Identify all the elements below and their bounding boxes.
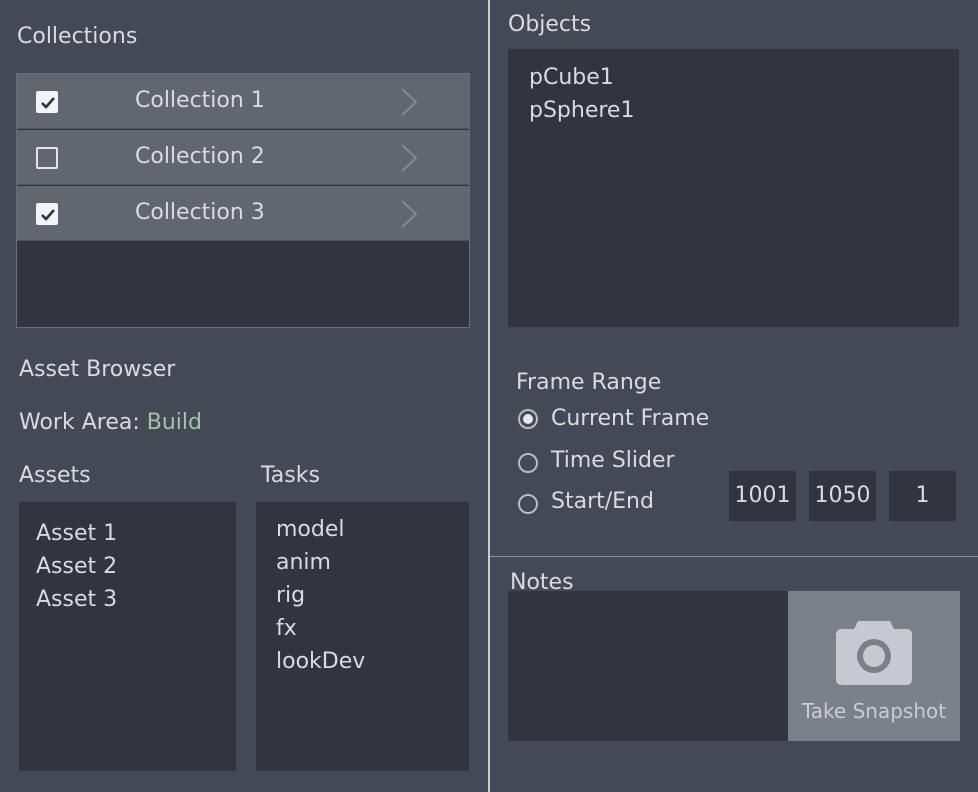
tasks-list: model anim rig fx lookDev bbox=[256, 502, 469, 771]
work-area-value[interactable]: Build bbox=[147, 410, 202, 435]
radio-start-end[interactable]: Start/End bbox=[516, 489, 736, 519]
objects-title: Objects bbox=[508, 12, 592, 37]
camera-icon bbox=[836, 621, 912, 685]
task-item[interactable]: lookDev bbox=[276, 645, 469, 678]
chevron-right-icon[interactable] bbox=[399, 199, 419, 229]
radio-button[interactable] bbox=[518, 409, 538, 429]
work-area-row: Work Area: Build bbox=[19, 410, 202, 435]
object-item[interactable]: pCube1 bbox=[529, 61, 959, 94]
radio-time-slider[interactable]: Time Slider bbox=[516, 448, 736, 478]
asset-browser-title: Asset Browser bbox=[19, 357, 176, 382]
panel-splitter[interactable] bbox=[488, 0, 490, 792]
task-item[interactable]: fx bbox=[276, 612, 469, 645]
chevron-right-icon[interactable] bbox=[399, 143, 419, 173]
assets-list: Asset 1 Asset 2 Asset 3 bbox=[19, 502, 236, 771]
take-snapshot-button[interactable]: Take Snapshot bbox=[788, 591, 960, 741]
assets-title: Assets bbox=[19, 463, 91, 488]
check-icon bbox=[41, 209, 55, 221]
start-frame-field[interactable]: 1001 bbox=[729, 471, 796, 521]
radio-button[interactable] bbox=[518, 453, 538, 473]
step-field[interactable]: 1 bbox=[889, 471, 956, 521]
object-item[interactable]: pSphere1 bbox=[529, 94, 959, 127]
radio-label: Start/End bbox=[551, 489, 654, 514]
collection-row-1[interactable]: Collection 1 bbox=[17, 74, 469, 129]
collection-row-3[interactable]: Collection 3 bbox=[17, 186, 469, 241]
task-item[interactable]: model bbox=[276, 513, 469, 546]
task-item[interactable]: anim bbox=[276, 546, 469, 579]
collection-2-checkbox[interactable] bbox=[36, 147, 58, 169]
take-snapshot-label: Take Snapshot bbox=[801, 699, 947, 723]
collections-title: Collections bbox=[17, 24, 138, 49]
collection-3-label: Collection 3 bbox=[135, 200, 265, 225]
collection-1-checkbox[interactable] bbox=[36, 91, 58, 113]
objects-list: pCube1 pSphere1 bbox=[508, 49, 959, 327]
asset-item[interactable]: Asset 1 bbox=[36, 517, 236, 550]
collection-3-checkbox[interactable] bbox=[36, 203, 58, 225]
radio-label: Time Slider bbox=[551, 448, 675, 473]
task-item[interactable]: rig bbox=[276, 579, 469, 612]
asset-item[interactable]: Asset 3 bbox=[36, 583, 236, 616]
collections-list: Collection 1 Collection 2 Collection 3 bbox=[16, 73, 470, 328]
end-frame-field[interactable]: 1050 bbox=[809, 471, 876, 521]
tasks-title: Tasks bbox=[261, 463, 320, 488]
collection-row-2[interactable]: Collection 2 bbox=[17, 130, 469, 185]
collection-2-label: Collection 2 bbox=[135, 144, 265, 169]
radio-label: Current Frame bbox=[551, 406, 710, 431]
notes-textarea[interactable] bbox=[508, 591, 790, 741]
chevron-right-icon[interactable] bbox=[399, 87, 419, 117]
collection-1-label: Collection 1 bbox=[135, 88, 265, 113]
asset-item[interactable]: Asset 2 bbox=[36, 550, 236, 583]
section-divider bbox=[490, 556, 978, 557]
check-icon bbox=[41, 97, 55, 109]
frame-range-title: Frame Range bbox=[516, 370, 662, 395]
radio-current-frame[interactable]: Current Frame bbox=[516, 406, 736, 436]
work-area-label: Work Area: bbox=[19, 410, 140, 435]
radio-button[interactable] bbox=[518, 494, 538, 514]
